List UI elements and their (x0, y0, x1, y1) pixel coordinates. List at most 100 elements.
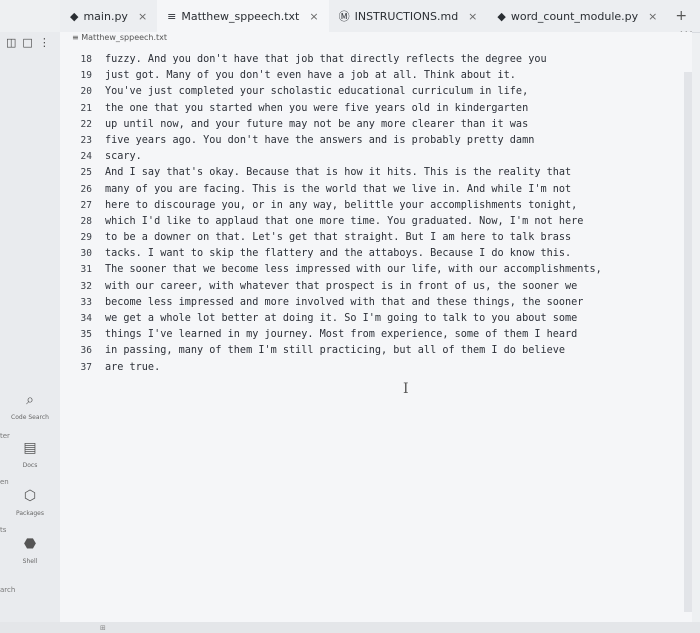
truncated-sidebar-label: ter (0, 432, 10, 440)
sidebar-item-shell[interactable]: ⬣ Shell (0, 536, 60, 565)
shell-icon: ⬣ (23, 536, 37, 552)
line-text: And I say that's okay. Because that is h… (105, 167, 572, 179)
tab-1[interactable]: ≡ Matthew_sppeech.txt × (157, 0, 329, 32)
editor-tab-bar: ◆ main.py × ≡ Matthew_sppeech.txt × Ⓜ INSTRUCTI… (60, 0, 700, 33)
close-icon[interactable]: × (648, 10, 657, 23)
text-cursor-icon: I (403, 381, 409, 397)
code-line: 32 with our career, with whatever that pr… (60, 279, 692, 295)
line-text: with our career, with whatever that pros… (105, 280, 578, 292)
line-number: 18 (80, 54, 92, 65)
line-number: 36 (80, 345, 92, 357)
code-line: 18 fuzzy. And you don't have that job tha… (60, 52, 692, 68)
line-text: we get a whole lot better at doing it. S… (105, 313, 578, 324)
code-line: 24 scary. (60, 149, 692, 165)
line-text: many of you are facing. This is the worl… (105, 183, 572, 195)
line-number: 24 (80, 151, 92, 163)
sidebar-item-packages[interactable]: ⬡ Packages (0, 488, 60, 517)
line-number: 31 (80, 264, 92, 276)
status-chip: ⊞ (100, 624, 106, 632)
line-text: tacks. I want to skip the flattery and t… (105, 248, 572, 260)
line-number: 22 (80, 118, 92, 130)
new-file-icon[interactable]: □ (22, 36, 32, 49)
code-line: 25 And I say that's okay. Because that is… (60, 165, 692, 181)
line-number: 30 (80, 248, 92, 260)
tab-0[interactable]: ◆ main.py × (60, 0, 157, 32)
line-text: here to discourage you, or in any way, b… (105, 199, 578, 211)
line-number: 23 (80, 134, 92, 146)
line-number: 25 (80, 167, 92, 179)
code-lines: 18 fuzzy. And you don't have that job tha… (60, 52, 692, 376)
truncated-sidebar-label: arch (0, 586, 16, 594)
left-sidebar: ⌕ Code Search ▤ Docs ⬡ Packages ⬣ Shell ter en ts a… (0, 32, 61, 622)
editor-scrollbar[interactable] (684, 72, 692, 612)
line-text: become less impressed and more involved … (105, 296, 584, 308)
line-number: 34 (80, 313, 92, 324)
code-line: 26 many of you are facing. This is the wo… (60, 182, 692, 198)
status-bar: ⊞ (0, 622, 700, 633)
line-text: to be a downer on that. Let's get that s… (105, 232, 572, 244)
line-number: 29 (80, 232, 92, 244)
line-text: in passing, many of them I'm still pract… (105, 345, 566, 357)
editor-toolbar: ◫ □ ⋮ (0, 32, 66, 52)
python-icon: ◆ (70, 9, 79, 23)
sidebar-item-code-search[interactable]: ⌕ Code Search (0, 392, 60, 421)
code-line: 30 tacks. I want to skip the flattery and… (60, 246, 692, 262)
code-line: 36 in passing, many of them I'm still pra… (60, 343, 692, 359)
code-line: 28 which I'd like to applaud that one mor… (60, 214, 692, 230)
line-text: the one that you started when you were f… (105, 102, 529, 114)
line-number: 20 (80, 86, 92, 98)
truncated-sidebar-label: ts (0, 526, 7, 534)
code-line: 23 five years ago. You don't have the ans… (60, 133, 692, 149)
code-line: 37 are true. (60, 360, 692, 376)
docs-icon: ▤ (23, 440, 37, 456)
text-file-icon: ≡ (167, 9, 177, 23)
tab-label: word_count_module.py (510, 9, 639, 23)
python-icon: ◆ (497, 9, 506, 23)
line-number: 21 (80, 102, 92, 114)
code-line: 22 up until now, and your future may not … (60, 117, 692, 133)
markdown-icon: Ⓜ (338, 10, 350, 23)
line-number: 32 (80, 280, 92, 292)
sidebar-item-label: Shell (22, 558, 38, 565)
line-number: 35 (80, 329, 92, 341)
sidebar-item-label: Packages (16, 510, 44, 517)
code-line: 31 The sooner that we become less impress… (60, 262, 692, 278)
code-line: 27 here to discourage you, or in any way,… (60, 198, 692, 214)
breadcrumb: ≡ Matthew_sppeech.txt (72, 33, 168, 42)
close-icon[interactable]: × (309, 10, 318, 23)
line-number: 27 (80, 199, 92, 211)
line-number: 37 (80, 361, 92, 373)
tab-label: main.py (83, 9, 128, 23)
tab-2[interactable]: Ⓜ INSTRUCTIONS.md × (329, 0, 488, 32)
code-line: 33 become less impressed and more involve… (60, 295, 692, 311)
close-icon[interactable]: × (468, 10, 477, 23)
tab-label: INSTRUCTIONS.md (354, 9, 459, 23)
line-text: up until now, and your future may not be… (105, 118, 529, 130)
line-number: 19 (80, 70, 92, 82)
tab-3[interactable]: ◆ word_count_module.py × (487, 0, 667, 32)
line-text: things I've learned in my journey. Most … (105, 329, 578, 341)
code-line: 35 things I've learned in my journey. Mos… (60, 327, 692, 343)
code-line: 21 the one that you started when you were… (60, 101, 692, 117)
line-number: 33 (80, 296, 92, 308)
code-line: 34 we get a whole lot better at doing it.… (60, 311, 692, 327)
sidebar-item-docs[interactable]: ▤ Docs (0, 440, 60, 469)
text-file-icon: ≡ (72, 33, 82, 42)
sidebar-item-label: Docs (22, 462, 38, 469)
truncated-sidebar-label: en (0, 478, 9, 486)
search-icon: ⌕ (26, 392, 34, 408)
kebab-menu-icon[interactable]: ⋮ (39, 36, 50, 49)
line-text: which I'd like to applaud that one more … (105, 215, 584, 227)
tab-label: Matthew_sppeech.txt (181, 9, 300, 23)
split-editor-icon[interactable]: ◫ (6, 36, 16, 49)
code-line: 29 to be a downer on that. Let's get that… (60, 230, 692, 246)
line-text: are true. (105, 361, 161, 373)
close-icon[interactable]: × (138, 10, 147, 23)
code-line: 19 just got. Many of you don't even have … (60, 68, 692, 84)
line-text: five years ago. You don't have the answe… (105, 134, 535, 146)
code-editor[interactable]: ≡ Matthew_sppeech.txt 18 fuzzy. And you d… (60, 32, 692, 622)
line-text: The sooner that we become less impressed… (105, 264, 602, 276)
line-text: just got. Many of you don't even have a … (105, 70, 516, 82)
line-number: 28 (80, 215, 92, 227)
line-text: You've just completed your scholastic ed… (105, 86, 529, 98)
